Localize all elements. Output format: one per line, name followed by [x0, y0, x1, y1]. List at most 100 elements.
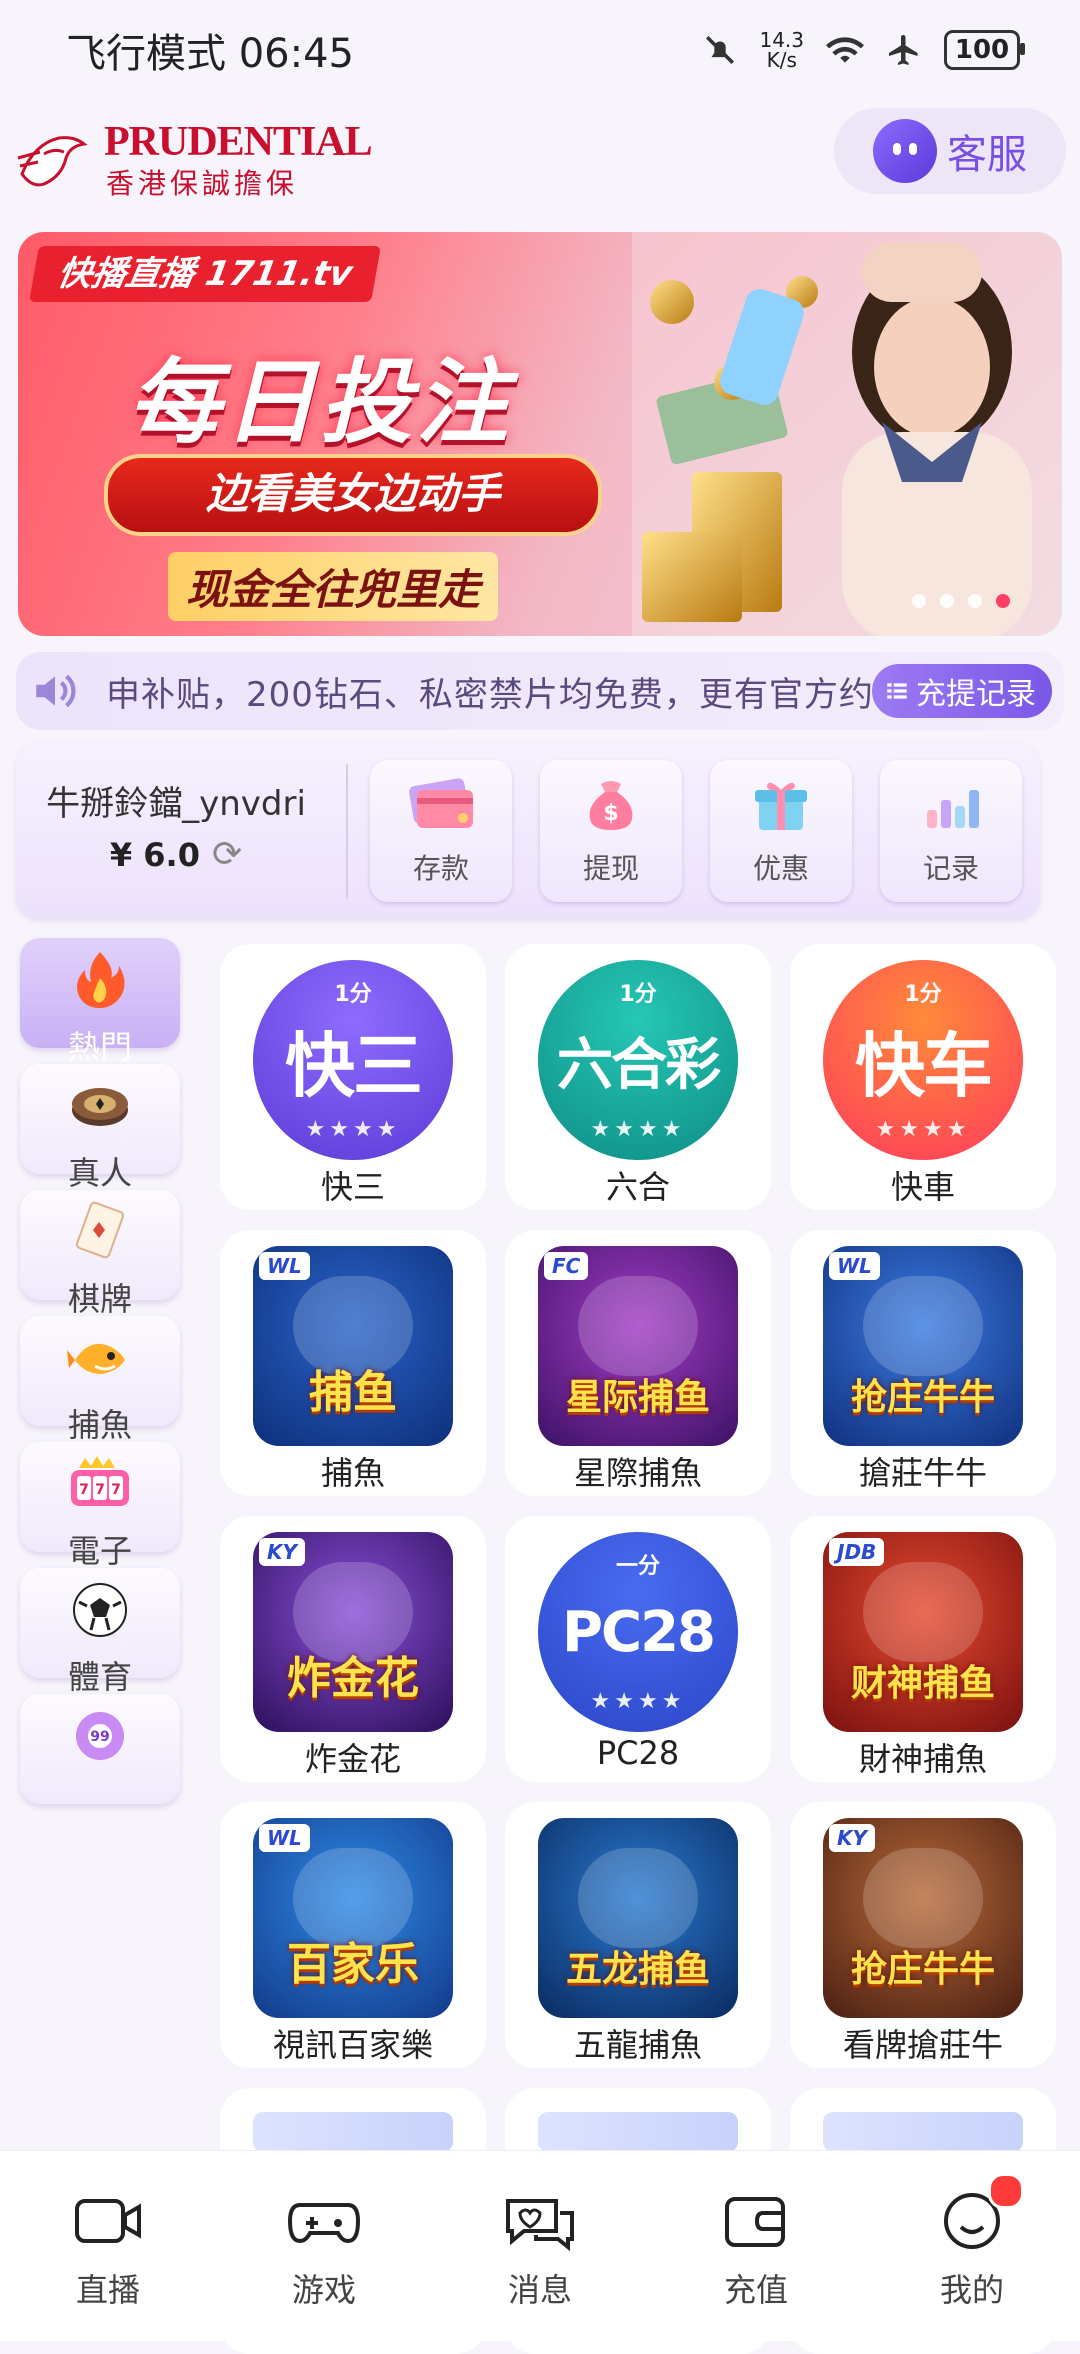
notification-badge — [988, 2173, 1024, 2209]
announcement-marquee[interactable]: 申补贴，200钻石、私密禁片均免费，更有官方约 充提记录 — [16, 652, 1064, 730]
game-artwork: WL 抢庄牛牛 — [823, 1246, 1023, 1446]
game-art-text: 星际捕鱼 — [565, 1377, 710, 1418]
card-icon — [409, 778, 473, 828]
game-name: 視訊百家樂 — [272, 2026, 433, 2064]
records-label: 记录 — [922, 852, 979, 885]
promotions-label: 优惠 — [752, 852, 809, 885]
game-icon: 1分 快三 ★★★★ — [253, 960, 453, 1160]
game-tile[interactable]: WL 百家乐視訊百家樂 — [220, 1802, 486, 2068]
game-name: PC28 — [596, 1734, 680, 1772]
carousel-dot-active[interactable] — [996, 594, 1010, 608]
carousel-dot[interactable] — [968, 594, 982, 608]
cards-icon — [75, 1201, 125, 1259]
nav-label: 直播 — [75, 2271, 140, 2309]
customer-service-button[interactable]: 客服 — [834, 108, 1066, 194]
game-art-text: PC28 — [561, 1599, 716, 1665]
promotions-button[interactable]: 优惠 — [710, 760, 852, 902]
bottom-navigation: 直播 游戏 消息 充值 我的 — [0, 2150, 1080, 2341]
stars-icon: ★★★★ — [590, 1689, 686, 1714]
svg-text:7: 7 — [95, 1482, 105, 1498]
game-tile[interactable]: 一分 PC28 ★★★★ PC28 — [505, 1516, 771, 1782]
nav-recharge[interactable]: 充值 — [648, 2191, 864, 2311]
brand-logo[interactable]: PRUDENTIAL 香港保誠擔保 — [14, 110, 373, 200]
game-tile[interactable]: WL 捕鱼 捕魚 — [220, 1230, 486, 1496]
gamepad-icon — [287, 2203, 361, 2244]
category-sports[interactable]: 體育 — [20, 1568, 180, 1696]
game-tile[interactable]: KY 抢庄牛牛 看牌搶莊牛 — [790, 1802, 1056, 2068]
game-art-text: 百家乐 — [287, 1939, 419, 1990]
carousel-dot[interactable] — [912, 594, 926, 608]
wifi-icon — [826, 37, 864, 63]
game-name: 財神捕魚 — [858, 1740, 987, 1778]
category-label: 棋牌 — [67, 1280, 132, 1318]
battery-indicator: 100 — [944, 30, 1025, 70]
game-art-text: 五龙捕鱼 — [565, 1949, 710, 1990]
game-tile[interactable]: KY 炸金花 炸金花 — [220, 1516, 486, 1782]
game-name: 快三 — [320, 1168, 385, 1206]
app-header: PRUDENTIAL 香港保誠擔保 客服 — [0, 100, 1080, 225]
logo-subtitle: 香港保誠擔保 — [106, 167, 299, 200]
category-slots[interactable]: 7 7 7 電子 — [20, 1442, 180, 1570]
nav-label: 我的 — [939, 2271, 1004, 2309]
game-tile[interactable]: 1分 快三 ★★★★ 快三 — [220, 944, 486, 1210]
carousel-dot[interactable] — [940, 594, 954, 608]
nav-live[interactable]: 直播 — [0, 2191, 216, 2311]
stars-icon: ★★★★ — [875, 1117, 971, 1142]
game-name: 六合 — [605, 1168, 670, 1206]
records-button[interactable]: 记录 — [880, 760, 1022, 902]
camera-icon — [75, 2199, 141, 2243]
withdraw-button[interactable]: $ 提现 — [540, 760, 682, 902]
game-tile[interactable]: WL 抢庄牛牛 搶莊牛牛 — [790, 1230, 1056, 1496]
svg-text:7: 7 — [111, 1482, 121, 1498]
game-tile[interactable]: 五龙捕鱼 五龍捕魚 — [505, 1802, 771, 2068]
headset-icon — [873, 119, 937, 183]
game-artwork: WL 百家乐 — [253, 1818, 453, 2018]
game-tile[interactable]: 1分 六合彩 ★★★★ 六合 — [505, 944, 771, 1210]
net-speed-value: 14.3 — [759, 28, 804, 52]
provider-tag: KY — [829, 1824, 875, 1852]
category-cards[interactable]: 棋牌 — [20, 1190, 180, 1318]
carousel-indicator[interactable] — [912, 594, 1010, 608]
nav-label: 游戏 — [291, 2271, 356, 2309]
provider-tag: JDB — [829, 1538, 885, 1566]
fish-icon — [67, 1343, 125, 1374]
refresh-icon[interactable]: ⟳ — [212, 834, 242, 875]
promo-banner[interactable]: 快播直播 1711.tv 每日投注 边看美女边动手 现金全往兜里走 — [18, 232, 1062, 636]
provider-tag: FC — [544, 1252, 589, 1280]
game-art-text: 抢庄牛牛 — [850, 1949, 995, 1990]
nav-games[interactable]: 游戏 — [216, 2191, 432, 2311]
game-icon: WL 捕鱼 — [253, 1246, 453, 1446]
divider — [346, 764, 348, 899]
game-tile[interactable]: 1分 快车 ★★★★ 快車 — [790, 944, 1056, 1210]
game-art-text: 抢庄牛牛 — [850, 1377, 995, 1418]
status-icons: 14.3 K/s 100 — [703, 28, 1025, 72]
lottery-badge: 1分 快三 ★★★★ — [253, 960, 453, 1160]
deposit-withdraw-records-button[interactable]: 充提记录 — [872, 664, 1052, 718]
nav-messages[interactable]: 消息 — [432, 2191, 648, 2311]
net-speed-unit: K/s — [766, 48, 797, 72]
category-live[interactable]: 真人 — [20, 1064, 180, 1192]
game-tile[interactable]: JDB 财神捕鱼 財神捕魚 — [790, 1516, 1056, 1782]
status-bar: 飞行模式 06:45 14.3 K/s 100 — [0, 0, 1080, 100]
nav-profile[interactable]: 我的 — [864, 2173, 1080, 2311]
game-tile[interactable]: FC 星际捕鱼 星際捕魚 — [505, 1230, 771, 1496]
provider-tag: WL — [829, 1252, 880, 1280]
records-label: 充提记录 — [916, 677, 1036, 712]
category-fishing[interactable]: 捕魚 — [20, 1316, 180, 1444]
lottery-badge: 1分 快车 ★★★★ — [823, 960, 1023, 1160]
fire-icon — [77, 952, 125, 1008]
category-lottery[interactable]: 99 — [20, 1694, 180, 1804]
deposit-button[interactable]: 存款 — [370, 760, 512, 902]
status-time: 飞行模式 06:45 — [66, 31, 354, 77]
balance-row: ¥ 6.0 ⟳ — [16, 834, 336, 875]
banner-brand: 快播直播 1711.tv — [29, 246, 381, 302]
logo-title: PRUDENTIAL — [104, 119, 373, 165]
svg-text:7: 7 — [79, 1482, 89, 1498]
username: 牛掰鈴鐺_ynvdri — [46, 784, 306, 824]
artwork-glow — [863, 1562, 983, 1662]
mute-bell-icon — [706, 35, 735, 65]
game-tag: 1分 — [334, 982, 372, 1007]
provider-tag: KY — [259, 1538, 305, 1566]
category-hot[interactable]: 熱門 — [20, 938, 180, 1066]
game-artwork: FC 星际捕鱼 — [538, 1246, 738, 1446]
